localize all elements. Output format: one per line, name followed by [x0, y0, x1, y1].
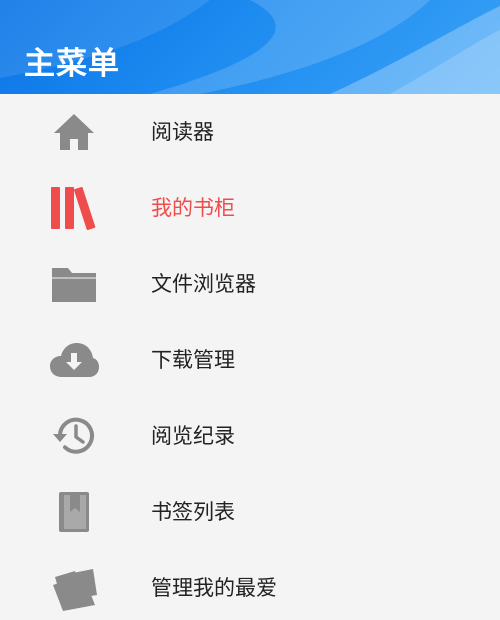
menu-item-reader[interactable]: 阅读器	[0, 94, 500, 170]
menu-item-my-bookshelf[interactable]: 我的书柜	[0, 170, 500, 246]
cloud-download-icon	[48, 334, 100, 386]
header-title: 主菜单	[24, 46, 120, 82]
menu-item-label: 文件浏览器	[151, 272, 256, 296]
bookmark-book-icon	[48, 486, 100, 538]
menu-item-reading-history[interactable]: 阅览纪录	[0, 398, 500, 474]
menu-item-bookmark-list[interactable]: 书签列表	[0, 474, 500, 550]
app-window: 主菜单 阅读器 我的书柜 文件浏览器 下载管理 阅览纪录 书签列表 管理我的最爱	[0, 0, 500, 620]
menu-item-label: 下载管理	[151, 348, 235, 372]
home-icon	[48, 106, 100, 158]
menu-item-label: 阅读器	[151, 120, 214, 144]
history-icon	[48, 410, 100, 462]
menu-item-label: 书签列表	[151, 500, 235, 524]
favorites-icon	[48, 562, 100, 614]
menu-item-manage-favorites[interactable]: 管理我的最爱	[0, 550, 500, 620]
menu-item-label: 管理我的最爱	[151, 576, 277, 600]
menu-item-download-manager[interactable]: 下载管理	[0, 322, 500, 398]
menu-item-label: 阅览纪录	[151, 424, 235, 448]
drawer-header: 主菜单	[0, 0, 500, 94]
folder-icon	[48, 258, 100, 310]
menu-item-label: 我的书柜	[151, 196, 235, 220]
menu-item-file-browser[interactable]: 文件浏览器	[0, 246, 500, 322]
bookshelf-icon	[48, 182, 100, 234]
